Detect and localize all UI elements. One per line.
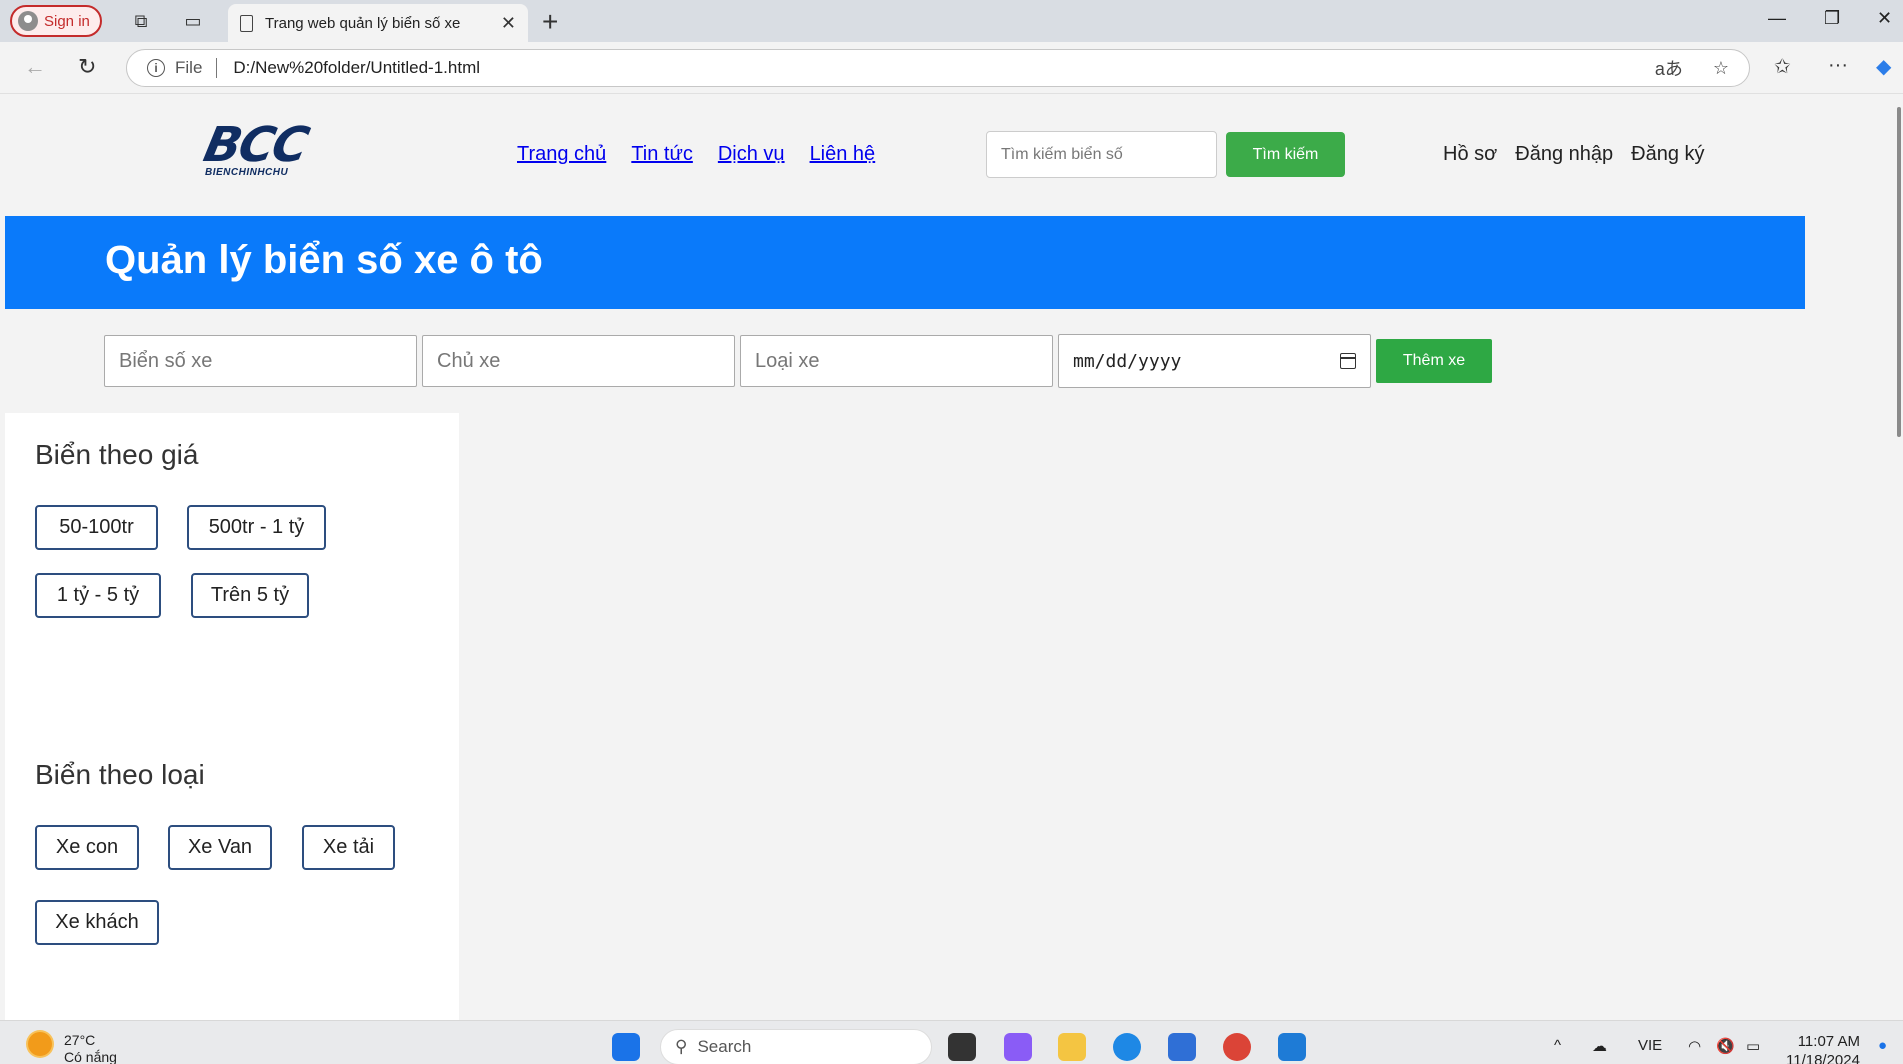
edge-browser-icon[interactable] xyxy=(1113,1033,1141,1061)
scheme-label: File xyxy=(175,58,203,77)
weather-widget[interactable]: 27°C Có nắng xyxy=(64,1032,117,1064)
page-title: Quản lý biển số xe ô tô xyxy=(105,238,543,282)
search-button[interactable]: Tìm kiếm xyxy=(1226,132,1345,177)
back-icon[interactable]: ← xyxy=(24,54,46,80)
weather-condition: Có nắng xyxy=(64,1049,117,1064)
address-divider xyxy=(216,58,218,78)
price-filter-50-100tr[interactable]: 50-100tr xyxy=(35,505,158,550)
clock-date: 11/18/2024 xyxy=(1786,1052,1860,1064)
nav-link-contact[interactable]: Liên hệ xyxy=(810,143,876,166)
profile-avatar-icon xyxy=(18,11,38,31)
chrome-browser-icon[interactable] xyxy=(1223,1033,1251,1061)
temperature: 27°C xyxy=(64,1032,96,1048)
tab-title: Trang web quản lý biển số xe xyxy=(265,14,461,32)
profile-link[interactable]: Hồ sơ xyxy=(1443,143,1497,166)
add-vehicle-button[interactable]: Thêm xe xyxy=(1376,339,1492,383)
reload-icon[interactable]: ↻ xyxy=(78,54,96,80)
read-aloud-icon[interactable]: aあ xyxy=(1655,55,1683,81)
workspaces-icon[interactable]: ⧉ xyxy=(130,10,152,32)
add-vehicle-form: mm/dd/yyyy Thêm xe xyxy=(104,334,1492,388)
more-menu-icon[interactable]: ··· xyxy=(1828,54,1848,77)
site-header: BCC BIENCHINHCHU Trang chủ Tin tức Dịch … xyxy=(5,95,1805,216)
tab-actions-icon[interactable]: ▭ xyxy=(182,10,204,32)
copilot-app-icon[interactable] xyxy=(1004,1033,1032,1061)
favorites-icon[interactable]: ✩ xyxy=(1774,54,1791,79)
nav-link-home[interactable]: Trang chủ xyxy=(517,143,606,166)
address-bar[interactable]: i File D:/New%20folder/Untitled-1.html a… xyxy=(126,49,1750,87)
main-nav: Trang chủ Tin tức Dịch vụ Liên hệ xyxy=(517,143,875,166)
onedrive-icon[interactable]: ☁ xyxy=(1592,1037,1607,1055)
price-filter-500tr-1ty[interactable]: 500tr - 1 tỷ xyxy=(187,505,326,550)
close-tab-icon[interactable]: ✕ xyxy=(501,13,516,34)
price-filter-1-5ty[interactable]: 1 tỷ - 5 tỷ xyxy=(35,573,161,618)
copilot-icon[interactable]: ◆ xyxy=(1876,54,1891,79)
tray-overflow-icon[interactable]: ^ xyxy=(1554,1037,1561,1054)
page-banner: Quản lý biển số xe ô tô xyxy=(5,216,1805,309)
language-indicator[interactable]: VIE xyxy=(1638,1037,1662,1054)
plate-search-input[interactable] xyxy=(986,131,1217,178)
favorite-star-icon[interactable]: ☆ xyxy=(1713,58,1729,79)
volume-muted-icon[interactable]: 🔇 xyxy=(1716,1037,1735,1055)
page-document-icon xyxy=(240,14,253,32)
nav-link-news[interactable]: Tin tức xyxy=(631,143,693,166)
user-nav: Hồ sơ Đăng nhập Đăng ký xyxy=(1443,143,1705,166)
register-link[interactable]: Đăng ký xyxy=(1631,143,1704,166)
price-filter-over-5ty[interactable]: Trên 5 tỷ xyxy=(191,573,309,618)
active-tab[interactable]: Trang web quản lý biển số xe ✕ xyxy=(228,4,528,42)
system-clock[interactable]: 11:07 AM 11/18/2024 xyxy=(1786,1032,1860,1064)
type-filter-van[interactable]: Xe Van xyxy=(168,825,272,870)
date-placeholder: mm/dd/yyyy xyxy=(1073,350,1182,372)
page-scrollbar[interactable] xyxy=(1893,95,1903,1020)
type-filter-heading: Biển theo loại xyxy=(35,759,205,790)
sign-in-label: Sign in xyxy=(44,12,90,30)
wifi-icon[interactable]: ◠ xyxy=(1688,1037,1701,1055)
os-taskbar: 27°C Có nắng ⚲ Search ^ ☁ VIE ◠ 🔇 ▭ 11:0… xyxy=(0,1020,1903,1064)
start-windows-icon[interactable] xyxy=(612,1033,640,1061)
address-url[interactable]: D:/New%20folder/Untitled-1.html xyxy=(233,58,1624,78)
new-tab-icon[interactable]: + xyxy=(542,6,558,38)
battery-icon[interactable]: ▭ xyxy=(1746,1037,1760,1055)
task-view-icon[interactable] xyxy=(948,1033,976,1061)
type-filter-car[interactable]: Xe con xyxy=(35,825,139,870)
type-filter-coach[interactable]: Xe khách xyxy=(35,900,159,945)
vehicle-type-field[interactable] xyxy=(740,335,1053,387)
browser-tab-bar: Sign in ⧉ ▭ Trang web quản lý biển số xe… xyxy=(0,0,1903,42)
scrollbar-thumb[interactable] xyxy=(1897,107,1901,437)
notification-bell-icon[interactable]: ● xyxy=(1878,1037,1887,1054)
logo-mark: BCC xyxy=(199,117,312,173)
search-icon: ⚲ xyxy=(675,1037,688,1056)
file-explorer-icon[interactable] xyxy=(1058,1033,1086,1061)
clock-time: 11:07 AM xyxy=(1797,1033,1860,1050)
sign-in-button[interactable]: Sign in xyxy=(10,5,102,37)
vscode-icon[interactable] xyxy=(1278,1033,1306,1061)
weather-sun-icon[interactable] xyxy=(28,1032,52,1056)
restore-icon[interactable]: ❐ xyxy=(1824,8,1840,29)
price-filter-heading: Biển theo giá xyxy=(35,439,199,470)
site-logo[interactable]: BCC BIENCHINHCHU xyxy=(199,117,340,181)
close-window-icon[interactable]: ✕ xyxy=(1877,8,1892,29)
login-link[interactable]: Đăng nhập xyxy=(1515,143,1613,166)
site-info-icon[interactable]: i xyxy=(147,59,165,77)
minimize-icon[interactable]: — xyxy=(1768,8,1786,29)
address-toolbar: ← ↻ i File D:/New%20folder/Untitled-1.ht… xyxy=(0,42,1903,94)
filter-sidebar: Biển theo giá 50-100tr 500tr - 1 tỷ 1 tỷ… xyxy=(5,413,459,1020)
calendar-icon[interactable] xyxy=(1340,353,1356,369)
taskbar-search-label: Search xyxy=(697,1037,752,1056)
type-filter-truck[interactable]: Xe tải xyxy=(302,825,395,870)
page-viewport: BCC BIENCHINHCHU Trang chủ Tin tức Dịch … xyxy=(0,95,1903,1020)
store-icon[interactable] xyxy=(1168,1033,1196,1061)
owner-field[interactable] xyxy=(422,335,735,387)
date-field[interactable]: mm/dd/yyyy xyxy=(1058,334,1371,388)
nav-link-services[interactable]: Dịch vụ xyxy=(718,143,785,166)
taskbar-search[interactable]: ⚲ Search xyxy=(660,1029,932,1064)
plate-number-field[interactable] xyxy=(104,335,417,387)
